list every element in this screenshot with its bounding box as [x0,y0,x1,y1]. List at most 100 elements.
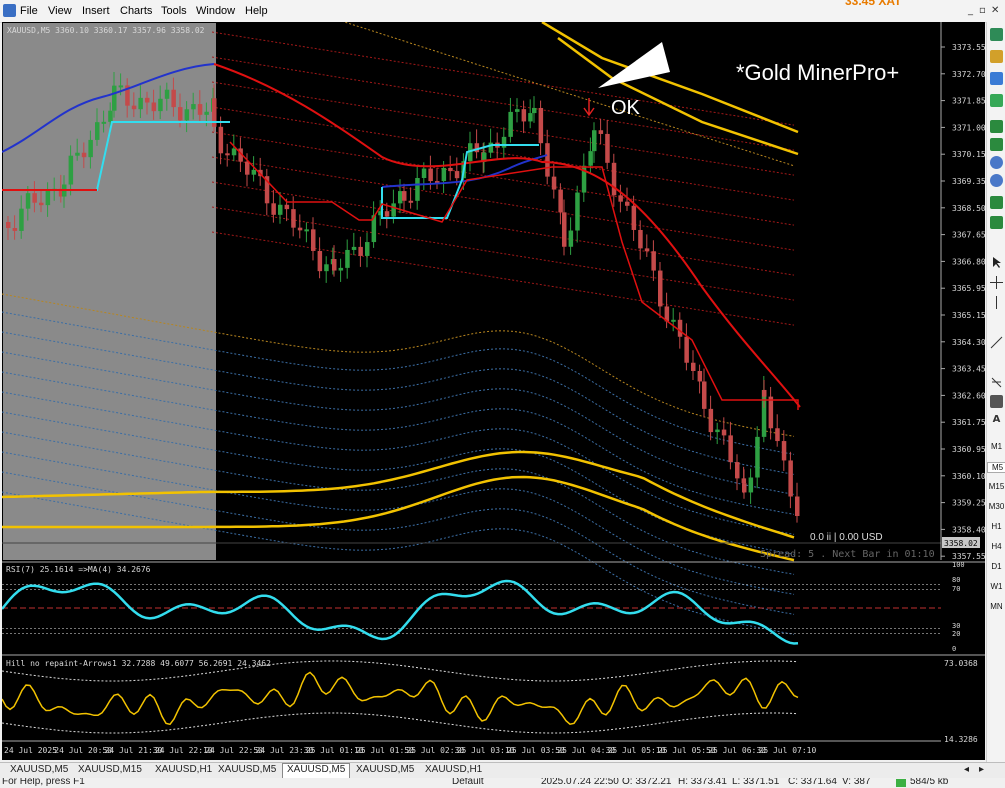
candle-body [304,229,309,232]
status-low: L: 3371.51 [732,778,780,787]
time-tick-label: 25 Jul 01:10 [306,746,364,755]
navigator-icon[interactable] [990,72,1003,85]
price-tick-label: 3365.15 [952,311,985,320]
candle-body [421,168,427,178]
chart-tab-3[interactable]: XAUUSD,H1 [151,764,216,775]
candle-body [762,389,767,397]
rsi-label: RSI(7) 25.1614 =>MA(4) 34.2676 [6,565,151,574]
candle-body [39,202,44,206]
chart-tab-1[interactable]: XAUUSD,M5 [6,764,72,775]
rsi-level-label: 0 [952,645,956,653]
market-watch-icon[interactable] [990,28,1003,41]
candle-body [118,85,124,88]
menu-tools[interactable]: Tools [161,5,187,17]
timeframe-m15[interactable]: M15 [987,482,1005,491]
menu-charts[interactable]: Charts [120,5,152,17]
menu-view[interactable]: View [48,5,72,17]
timeframe-m1[interactable]: M1 [987,442,1005,451]
rsi-line [1,579,799,645]
menu-bar: File View Insert Charts Tools Window Hel… [0,0,1005,23]
candle-body [558,189,563,213]
fibonacci-icon[interactable] [990,376,1003,389]
timeframe-w1[interactable]: W1 [987,582,1005,591]
candle-body [408,200,414,203]
zoom-in-icon[interactable] [990,156,1003,169]
rsi-level-label: 100 [952,561,965,569]
time-tick-label: 24 Jul 23:30 [256,746,314,755]
menu-insert[interactable]: Insert [82,5,110,17]
candle-body [324,264,329,272]
timeframe-d1[interactable]: D1 [987,562,1005,571]
chart-window[interactable]: OK *Gold MinerPro+ XAUUSD,M5 3360.10 336… [1,0,986,760]
chart-tab-6[interactable]: XAUUSD,M5 [352,764,418,775]
close-icon[interactable]: ✕ [991,5,999,16]
minimize-icon[interactable]: _ [968,5,973,16]
candle-body [515,109,520,112]
status-traffic: 584/5 kb [910,778,949,787]
hill-max-label: 73.0368 [944,659,978,668]
menu-help[interactable]: Help [245,5,268,17]
bar-chart-icon[interactable] [990,120,1003,133]
terminal-icon[interactable] [990,94,1003,107]
candle-body [45,190,51,206]
candle-body [735,462,740,479]
tab-scroll-left-icon[interactable]: ◂ [960,764,973,775]
timeframe-m30[interactable]: M30 [987,502,1005,511]
chart-tab-2[interactable]: XAUUSD,M15 [74,764,146,775]
candle-body [317,250,323,272]
candle-body [338,267,344,271]
zoom-out-icon[interactable] [990,174,1003,187]
time-tick-label: 25 Jul 05:10 [608,746,666,755]
time-axis: 24 Jul 202524 Jul 20:5024 Jul 21:3024 Ju… [4,746,816,755]
chart-tab-4[interactable]: XAUUSD,M5 [214,764,280,775]
chart-tab-5-active[interactable]: XAUUSD,M5 [282,763,351,778]
cursor-icon[interactable] [990,256,1003,269]
timeframe-h4[interactable]: H4 [987,542,1005,551]
candle-body [528,113,533,122]
rsi-level-label: 70 [952,585,960,593]
candle-body [145,97,150,103]
candle-body [164,89,170,99]
candle-body [474,143,480,153]
candle-body [708,408,714,433]
text-tool-icon[interactable]: A [990,414,1003,427]
crosshair-icon[interactable] [990,276,1003,289]
shapes-icon[interactable] [990,395,1003,408]
candle-body [351,246,357,250]
price-tick-label: 3357.55 [952,552,985,561]
data-window-icon[interactable] [990,50,1003,63]
menu-window[interactable]: Window [196,5,235,17]
rsi-level-label: 20 [952,630,960,638]
candle-body [638,229,643,249]
status-close: C: 3371.64 [788,778,837,787]
candle-body [728,435,733,463]
menu-file[interactable]: File [20,5,38,17]
candle-body [191,104,196,110]
status-volume: V: 387 [842,778,871,787]
price-tick-label: 3369.35 [952,177,985,186]
candle-body [428,168,433,182]
hill-lower-band [1,712,799,734]
timeframe-m5[interactable]: M5 [987,462,1005,473]
tab-scroll-right-icon[interactable]: ▸ [975,764,988,775]
candle-body [532,107,537,114]
candle-chart-icon[interactable] [990,138,1003,151]
price-tick-label: 3371.00 [952,123,985,132]
candle-body [562,212,567,247]
chart-shift-icon[interactable] [990,196,1003,209]
candle-body [178,107,183,121]
chart-header: XAUUSD,M5 3360.10 3360.17 3357.96 3358.0… [7,26,205,35]
timeframe-h1[interactable]: H1 [987,522,1005,531]
vertical-line-icon[interactable] [990,296,1003,309]
restore-icon[interactable]: ▫ [979,5,986,16]
main-price-panel[interactable]: OK *Gold MinerPro+ XAUUSD,M5 3360.10 336… [1,0,986,635]
status-open: O: 3372.21 [622,778,672,787]
candle-body [88,139,93,158]
autoscroll-icon[interactable] [990,216,1003,229]
trendline-icon[interactable] [990,336,1003,349]
candle-body [575,192,580,231]
chart-tab-7[interactable]: XAUUSD,H1 [421,764,486,775]
candle-body [611,162,617,196]
timeframe-mn[interactable]: MN [987,602,1005,611]
candle-body [138,97,143,110]
